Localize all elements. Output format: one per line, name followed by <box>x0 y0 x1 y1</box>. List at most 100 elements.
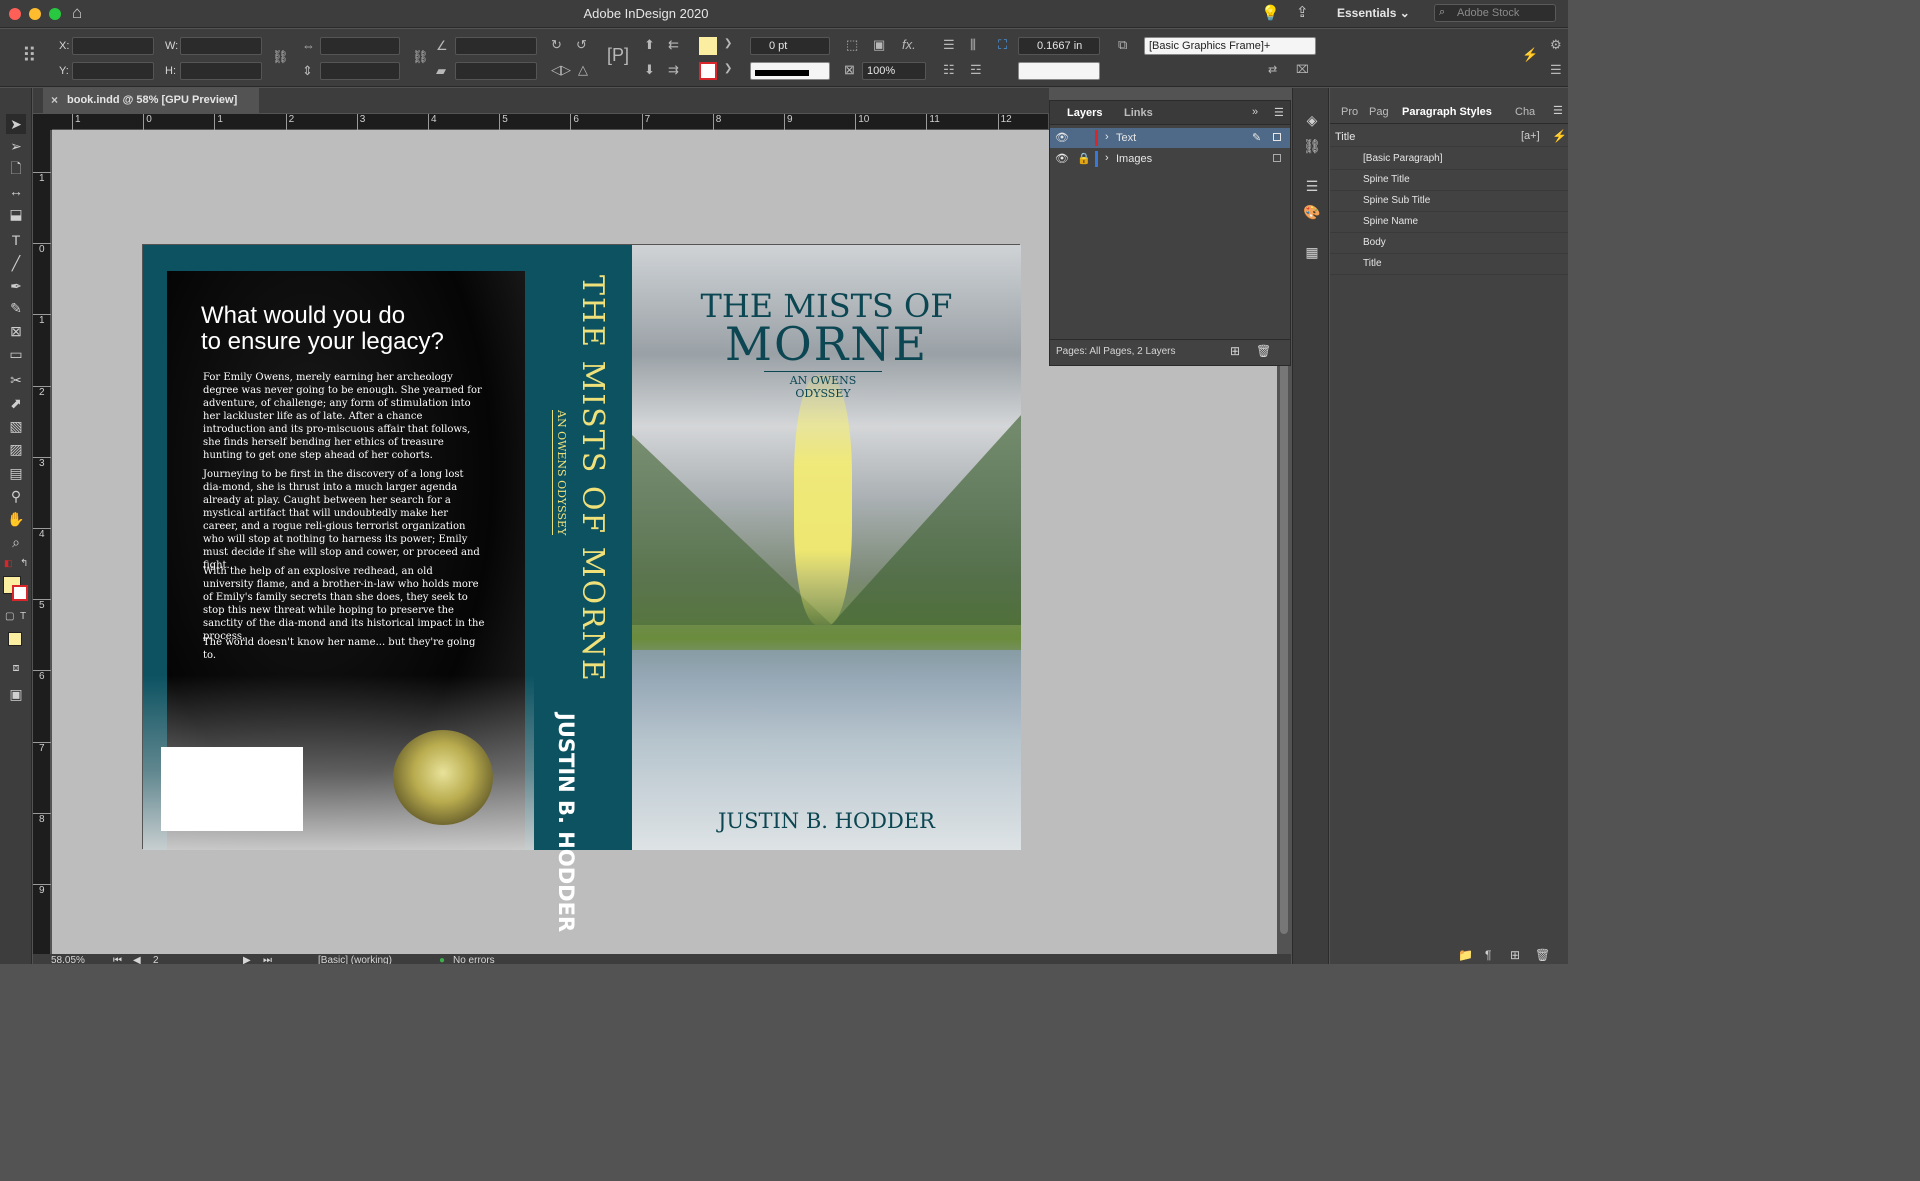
screen-mode-icon[interactable]: ▣ <box>6 684 26 704</box>
workspace-switcher[interactable]: Essentials ⌄ <box>1337 6 1410 20</box>
fill-menu-chevron-icon[interactable]: ❯ <box>724 38 732 49</box>
book-cover-spread[interactable]: What would you do to ensure your legacy?… <box>142 244 1021 932</box>
swatches-panel-icon[interactable]: 🎨 <box>1302 204 1322 224</box>
clear-overrides-icon[interactable]: ⇄ <box>1268 63 1277 76</box>
panel-menu-icon[interactable]: ☰ <box>1553 104 1563 117</box>
rotate-cw-icon[interactable]: ↻ <box>551 37 562 53</box>
close-tab-icon[interactable]: × <box>51 93 58 107</box>
new-style-group-icon[interactable]: 📁 <box>1458 948 1473 962</box>
blurb-paragraph-4[interactable]: The world doesn't know her name... but t… <box>203 636 485 662</box>
stroke-type-dropdown[interactable] <box>750 62 830 80</box>
adobe-stock-search[interactable]: ⌕ Adobe Stock <box>1434 4 1556 22</box>
pen-tool-icon[interactable]: ✒ <box>6 276 26 296</box>
frame-inset-field[interactable]: 0.1667 in <box>1018 37 1100 55</box>
ruler-origin[interactable] <box>33 114 52 130</box>
tab-character-styles[interactable]: Cha <box>1515 106 1535 118</box>
constrain-scale-icon[interactable]: ⛓ <box>412 49 429 65</box>
clear-style-icon[interactable]: ⌧ <box>1296 63 1309 76</box>
tab-layers[interactable]: Layers <box>1067 107 1102 119</box>
page-number-field[interactable]: 2 <box>153 955 159 964</box>
diamond-image[interactable] <box>393 730 493 825</box>
scale-x-field[interactable] <box>320 37 400 55</box>
opacity-field[interactable]: 100% <box>862 62 926 80</box>
object-style-dropdown[interactable]: [Basic Graphics Frame]+ <box>1144 37 1316 55</box>
flip-horizontal-icon[interactable]: ◁▷ <box>551 62 571 78</box>
frame-fitting-icon[interactable]: ⬚ <box>846 37 858 53</box>
tab-properties[interactable]: Pro <box>1341 106 1358 118</box>
spine-title[interactable]: THE MISTS OF MORNE <box>575 275 610 683</box>
normal-mode-icon[interactable]: ⧈ <box>6 658 26 678</box>
quick-apply-icon[interactable]: ⚡ <box>1552 129 1567 143</box>
panel-menu-icon[interactable]: ☰ <box>1550 62 1562 78</box>
scissors-tool-icon[interactable]: ✂ <box>6 370 26 390</box>
rotation-field[interactable] <box>455 37 537 55</box>
height-field[interactable] <box>180 62 262 80</box>
formatting-text-icon[interactable]: T <box>20 611 26 622</box>
first-page-icon[interactable]: ⏮ <box>113 955 122 964</box>
y-field[interactable] <box>72 62 154 80</box>
content-collector-icon[interactable]: ⬓ <box>6 204 26 224</box>
spine-author[interactable]: JUSTIN B. HODDER <box>551 713 581 932</box>
stroke-color-box[interactable] <box>12 585 28 601</box>
trash-icon[interactable]: 🗑 <box>1535 948 1550 962</box>
align-bottom-icon[interactable]: ☲ <box>970 62 982 78</box>
panel-menu-icon[interactable]: ☰ <box>1274 106 1284 119</box>
new-layer-icon[interactable]: ⊞ <box>1230 344 1240 358</box>
vertical-ruler[interactable]: 1 0 1 2 3 4 5 6 7 8 9 <box>33 130 51 954</box>
preflight-status[interactable]: No errors <box>453 955 495 964</box>
blurb-paragraph-1[interactable]: For Emily Owens, merely earning her arch… <box>203 371 485 462</box>
lock-icon[interactable]: 🔒 <box>1077 152 1091 165</box>
cc-libraries-icon[interactable]: ▦ <box>1302 244 1322 264</box>
direct-selection-tool-icon[interactable]: ➢ <box>6 136 26 156</box>
select-container-icon[interactable]: ⬆ <box>644 37 655 53</box>
select-square-icon[interactable] <box>1273 133 1281 141</box>
front-title-line-2[interactable]: MORNE <box>632 317 1021 371</box>
select-square-icon[interactable] <box>1273 154 1281 162</box>
default-colors-icon[interactable]: ◧ <box>4 558 13 569</box>
blurb-paragraph-3[interactable]: With the help of an explosive redhead, a… <box>203 565 485 643</box>
previous-page-icon[interactable]: ◀ <box>133 955 141 964</box>
page-tool-icon[interactable]: 🗋 <box>6 158 26 178</box>
lightbulb-icon[interactable]: 💡 <box>1261 4 1280 22</box>
formatting-container-icon[interactable]: ▢ <box>5 611 14 622</box>
effects-fx-icon[interactable]: fx. <box>902 37 916 52</box>
shear-field[interactable] <box>455 62 537 80</box>
type-tool-icon[interactable]: T <box>6 230 26 250</box>
gradient-feather-tool-icon[interactable]: ▨ <box>6 439 26 459</box>
preflight-profile[interactable]: [Basic] (working) <box>318 955 392 964</box>
select-previous-icon[interactable]: ⇇ <box>668 37 679 53</box>
drop-shadow-icon[interactable]: ▣ <box>873 37 885 53</box>
front-subtitle[interactable]: AN OWENS ODYSSEY <box>764 371 882 400</box>
rectangle-frame-tool-icon[interactable]: ⊠ <box>6 321 26 341</box>
line-tool-icon[interactable]: ╱ <box>6 253 26 273</box>
stroke-swatch-none[interactable] <box>699 62 717 80</box>
front-cover[interactable]: THE MISTS OF MORNE AN OWENS ODYSSEY JUST… <box>632 245 1021 850</box>
scale-y-field[interactable] <box>320 62 400 80</box>
back-cover-headline[interactable]: What would you do to ensure your legacy? <box>201 303 501 355</box>
tab-links[interactable]: Links <box>1124 107 1153 119</box>
align-center-icon[interactable]: ☰ <box>943 37 955 53</box>
constrain-proportions-icon[interactable]: ⛓ <box>272 49 289 65</box>
paragraph-style-item[interactable]: [Basic Paragraph] <box>1363 153 1443 164</box>
paragraph-style-item[interactable]: Spine Name <box>1363 216 1418 227</box>
back-cover[interactable]: What would you do to ensure your legacy?… <box>143 245 534 850</box>
tab-pages[interactable]: Pag <box>1369 106 1389 118</box>
gap-tool-icon[interactable]: ↔ <box>6 181 26 201</box>
zoom-tool-icon[interactable]: ⌕ <box>6 532 26 552</box>
gradient-swatch-tool-icon[interactable]: ▧ <box>6 416 26 436</box>
expand-chevron-icon[interactable]: › <box>1105 152 1109 164</box>
barcode-placeholder[interactable] <box>161 747 303 831</box>
select-content-icon[interactable]: ⬇ <box>644 62 655 78</box>
eyedropper-tool-icon[interactable]: ⚲ <box>6 486 26 506</box>
tab-paragraph-styles[interactable]: Paragraph Styles <box>1402 106 1492 118</box>
paragraph-style-item[interactable]: Body <box>1363 237 1386 248</box>
paragraph-style-item[interactable]: Title <box>1363 258 1382 269</box>
blurb-paragraph-2[interactable]: Journeying to be first in the discovery … <box>203 468 485 572</box>
horizontal-ruler[interactable]: 1 0 1 2 3 4 5 6 7 8 9 10 11 12 <box>52 114 1048 130</box>
clear-overrides-icon[interactable]: ¶ <box>1485 948 1491 962</box>
expand-chevron-icon[interactable]: › <box>1105 131 1109 143</box>
paragraph-style-item[interactable]: Spine Sub Title <box>1363 195 1430 206</box>
reference-point-icon[interactable]: ⠿ <box>22 43 37 68</box>
front-author[interactable]: JUSTIN B. HODDER <box>632 809 1021 833</box>
free-transform-tool-icon[interactable]: ⬈ <box>6 393 26 413</box>
